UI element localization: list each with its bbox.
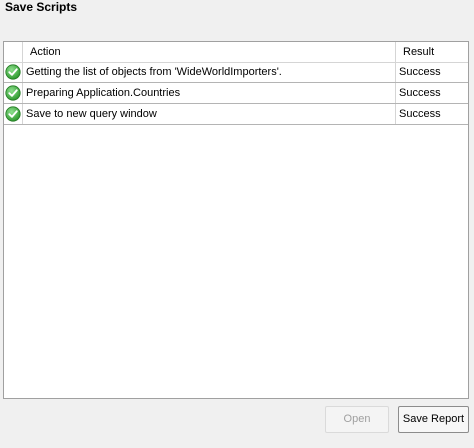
table-row[interactable]: Preparing Application.Countries Success bbox=[4, 83, 468, 104]
open-button[interactable]: Open bbox=[325, 406, 389, 433]
results-grid[interactable]: Action Result Getting the list of object… bbox=[3, 41, 469, 399]
action-cell: Save to new query window bbox=[23, 104, 396, 124]
result-column-header[interactable]: Result bbox=[396, 42, 468, 62]
status-cell bbox=[4, 104, 23, 124]
status-cell bbox=[4, 62, 23, 82]
table-row[interactable]: Getting the list of objects from 'WideWo… bbox=[4, 62, 468, 83]
success-check-icon bbox=[5, 106, 21, 122]
table-row[interactable]: Save to new query window Success bbox=[4, 104, 468, 125]
page-title: Save Scripts bbox=[5, 0, 78, 14]
status-column-header bbox=[4, 42, 23, 62]
grid-header: Action Result bbox=[4, 42, 468, 63]
result-cell: Success bbox=[399, 66, 441, 78]
result-cell: Success bbox=[399, 87, 441, 99]
result-cell: Success bbox=[399, 108, 441, 120]
save-report-button[interactable]: Save Report bbox=[398, 406, 469, 433]
success-check-icon bbox=[5, 64, 21, 80]
action-column-header[interactable]: Action bbox=[23, 42, 396, 62]
action-cell: Getting the list of objects from 'WideWo… bbox=[23, 62, 396, 82]
success-check-icon bbox=[5, 85, 21, 101]
action-cell: Preparing Application.Countries bbox=[23, 83, 396, 103]
status-cell bbox=[4, 83, 23, 103]
